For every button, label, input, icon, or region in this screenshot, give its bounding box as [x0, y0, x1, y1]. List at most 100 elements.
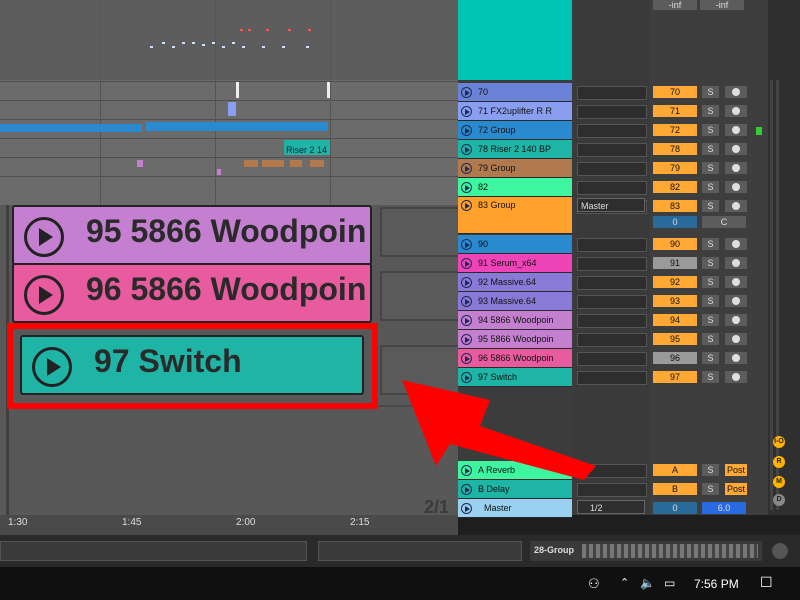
- track-volume[interactable]: 96: [653, 352, 697, 364]
- clip-slot[interactable]: [380, 271, 458, 321]
- arm-button[interactable]: [725, 333, 747, 345]
- master-volume[interactable]: 0: [653, 502, 697, 514]
- track-header[interactable]: 93 Massive.64: [458, 292, 572, 311]
- master-track-header[interactable]: Master: [458, 499, 572, 518]
- solo-button[interactable]: S: [702, 464, 719, 476]
- play-icon[interactable]: [461, 238, 472, 250]
- arm-button[interactable]: [725, 181, 747, 193]
- track-header[interactable]: 72 Group: [458, 121, 572, 140]
- track-volume[interactable]: 83: [653, 200, 697, 212]
- track-volume[interactable]: 79: [653, 162, 697, 174]
- track-header[interactable]: 91 Serum_x64: [458, 254, 572, 273]
- routing-slot[interactable]: [577, 238, 647, 252]
- solo-button[interactable]: S: [702, 162, 719, 174]
- track-volume[interactable]: 93: [653, 295, 697, 307]
- routing-slot[interactable]: [577, 143, 647, 157]
- play-icon[interactable]: [461, 483, 472, 495]
- delay-button[interactable]: D: [773, 494, 785, 506]
- output-select[interactable]: Master: [577, 198, 645, 212]
- routing-slot[interactable]: [577, 276, 647, 290]
- solo-button[interactable]: S: [702, 333, 719, 345]
- return-volume[interactable]: B: [653, 483, 697, 495]
- arrangement-clip[interactable]: [0, 124, 142, 132]
- track-header[interactable]: 70: [458, 83, 572, 102]
- play-icon[interactable]: [461, 257, 472, 269]
- track-volume[interactable]: 70: [653, 86, 697, 98]
- solo-button[interactable]: S: [702, 238, 719, 250]
- routing-slot[interactable]: [577, 295, 647, 309]
- scroll-left-icon[interactable]: [772, 543, 788, 559]
- track-volume[interactable]: 90: [653, 238, 697, 250]
- arrangement-clip[interactable]: [217, 169, 221, 175]
- track-header[interactable]: 95 5866 Woodpoin: [458, 330, 572, 349]
- track-volume[interactable]: 94: [653, 314, 697, 326]
- arrangement-clip[interactable]: [310, 160, 324, 167]
- solo-button[interactable]: S: [702, 181, 719, 193]
- arrangement-view[interactable]: Riser 2 14: [0, 0, 458, 205]
- post-button[interactable]: Post: [725, 464, 747, 476]
- arm-button[interactable]: [725, 314, 747, 326]
- solo-button[interactable]: S: [702, 276, 719, 288]
- track-volume[interactable]: 92: [653, 276, 697, 288]
- play-icon[interactable]: [461, 105, 472, 117]
- solo-button[interactable]: S: [702, 314, 719, 326]
- arrangement-clip[interactable]: [146, 122, 328, 131]
- mixer-button[interactable]: M: [773, 476, 785, 488]
- track-overview[interactable]: 28-Group: [530, 541, 762, 561]
- track-header[interactable]: 92 Massive.64: [458, 273, 572, 292]
- play-icon[interactable]: [24, 217, 64, 257]
- solo-button[interactable]: S: [702, 200, 719, 212]
- timeline-ruler[interactable]: 1:30 1:45 2:00 2:15: [0, 515, 458, 535]
- solo-button[interactable]: S: [702, 257, 719, 269]
- solo-button[interactable]: S: [702, 295, 719, 307]
- solo-button[interactable]: S: [702, 86, 719, 98]
- play-icon[interactable]: [461, 143, 472, 155]
- people-icon[interactable]: ⚇: [588, 576, 600, 592]
- arrangement-clip[interactable]: [228, 102, 236, 116]
- notification-icon[interactable]: ☐: [760, 574, 773, 591]
- track-volume[interactable]: 91: [653, 257, 697, 269]
- track-volume[interactable]: 97: [653, 371, 697, 383]
- arrangement-clip-riser[interactable]: Riser 2 14: [284, 140, 330, 155]
- routing-slot[interactable]: [577, 162, 647, 176]
- play-icon[interactable]: [461, 333, 472, 345]
- track-header[interactable]: 96 5866 Woodpoin: [458, 349, 572, 368]
- play-icon[interactable]: [461, 124, 472, 136]
- arrangement-clip[interactable]: [137, 160, 143, 167]
- cue-volume[interactable]: 6.0: [702, 502, 746, 514]
- play-icon[interactable]: [461, 314, 472, 326]
- track-volume[interactable]: 82: [653, 181, 697, 193]
- arrangement-clip[interactable]: [244, 160, 258, 167]
- arrangement-track-row[interactable]: [0, 176, 458, 205]
- arm-button[interactable]: [725, 295, 747, 307]
- play-icon[interactable]: [461, 276, 472, 288]
- network-icon[interactable]: ▭: [664, 576, 675, 590]
- routing-slot[interactable]: [577, 333, 647, 347]
- routing-slot[interactable]: [577, 181, 647, 195]
- play-icon[interactable]: [461, 295, 472, 307]
- track-volume[interactable]: 72: [653, 124, 697, 136]
- loop-marker[interactable]: [236, 82, 239, 98]
- track-header[interactable]: 94 5866 Woodpoin: [458, 311, 572, 330]
- arrangement-track-row[interactable]: [0, 157, 458, 176]
- arrangement-track-row[interactable]: [0, 81, 458, 100]
- track-volume[interactable]: 78: [653, 143, 697, 155]
- session-clip-95[interactable]: 95 5866 Woodpoin: [12, 205, 372, 265]
- returns-button[interactable]: R: [773, 456, 785, 468]
- solo-button[interactable]: S: [702, 124, 719, 136]
- loop-marker[interactable]: [327, 82, 330, 98]
- arm-button[interactable]: [725, 238, 747, 250]
- group-volume[interactable]: 0: [653, 216, 697, 228]
- track-header[interactable]: 83 Group: [458, 197, 572, 234]
- play-icon[interactable]: [24, 275, 64, 315]
- routing-slot[interactable]: [577, 124, 647, 138]
- arrangement-track-row[interactable]: [0, 138, 458, 157]
- routing-slot[interactable]: [577, 86, 647, 100]
- solo-button[interactable]: S: [702, 483, 719, 495]
- arm-button[interactable]: [725, 86, 747, 98]
- session-clip-96[interactable]: 96 5866 Woodpoin: [12, 263, 372, 323]
- return-volume[interactable]: A: [653, 464, 697, 476]
- arm-button[interactable]: [725, 143, 747, 155]
- post-button[interactable]: Post: [725, 483, 747, 495]
- arm-button[interactable]: [725, 371, 747, 383]
